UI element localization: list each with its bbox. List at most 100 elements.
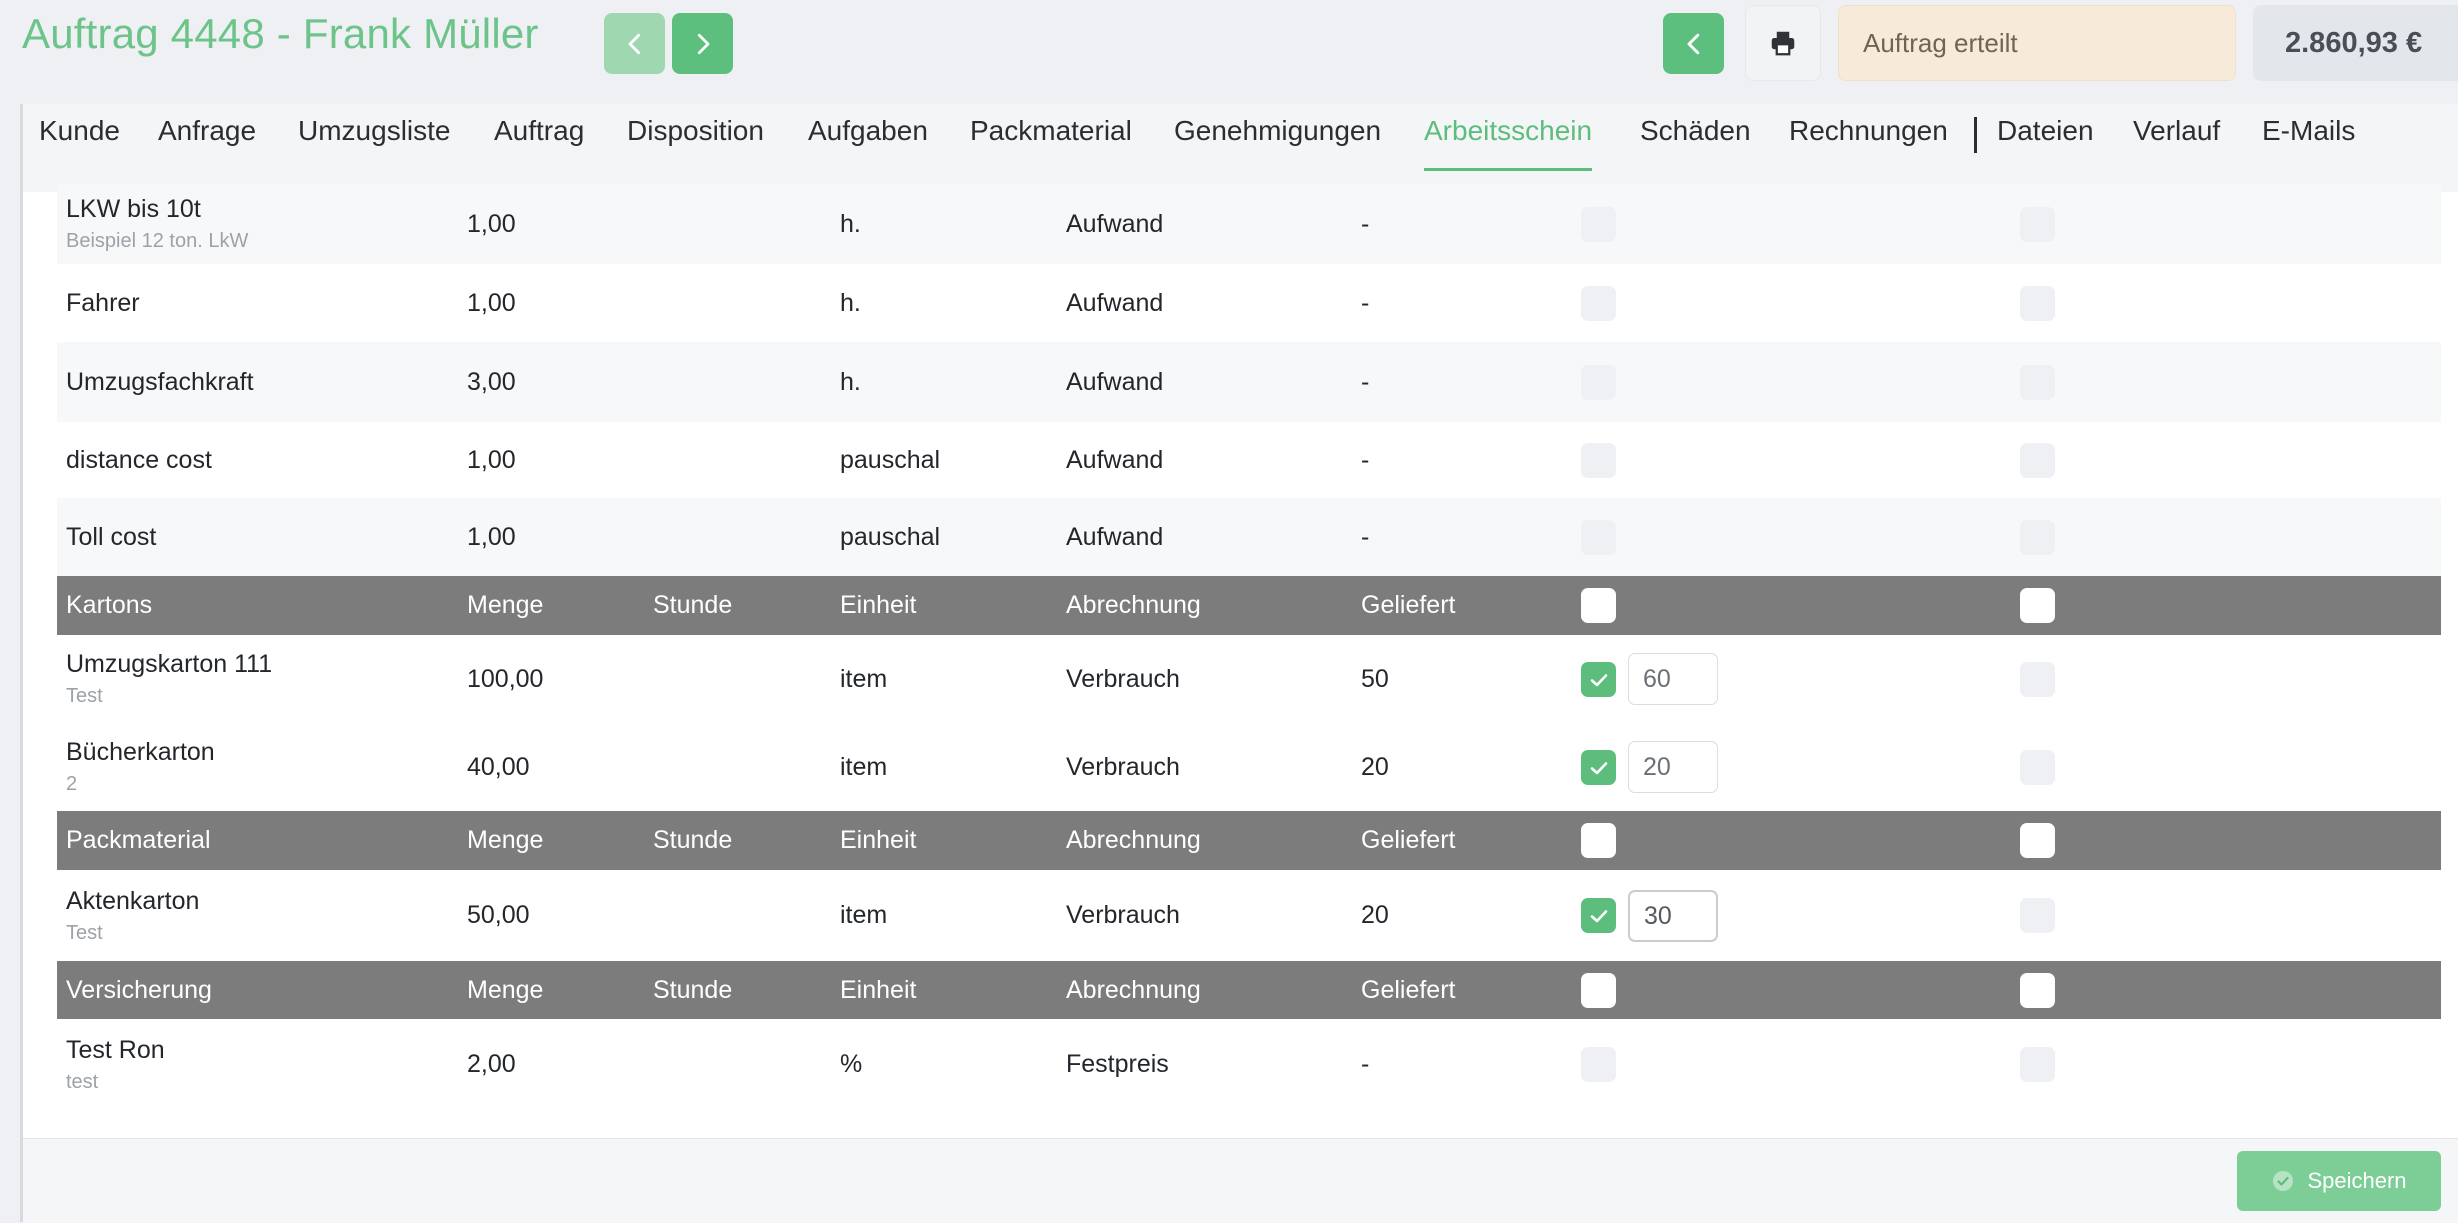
- geliefert-cell: -: [1361, 288, 1370, 317]
- check-circle-icon: [2273, 1171, 2294, 1191]
- tab-schäden[interactable]: Schäden: [1640, 115, 1751, 171]
- einheit-cell: item: [840, 901, 888, 929]
- tab-separator: [1974, 117, 1977, 153]
- returned-checkbox[interactable]: [2020, 1047, 2055, 1082]
- menge-cell: 1,00: [467, 209, 516, 238]
- name-cell: Aktenkarton Test: [66, 870, 199, 961]
- delivered-checkbox[interactable]: [1581, 286, 1616, 321]
- group-title: Versicherung: [66, 975, 212, 1004]
- item-name: Bücherkarton: [66, 738, 215, 766]
- returned-checkbox[interactable]: [2020, 207, 2055, 242]
- abrechnung-cell: Aufwand: [1066, 445, 1164, 474]
- table-row: Bücherkarton 2 40,00 item Verbrauch 20 20: [57, 723, 2441, 811]
- abrechnung-cell: Aufwand: [1066, 367, 1164, 396]
- delivered-checkbox[interactable]: [1581, 750, 1616, 785]
- back-button[interactable]: [1663, 13, 1724, 74]
- abrechnung-cell: Verbrauch: [1066, 901, 1180, 929]
- order-total: 2.860,93 €: [2253, 5, 2458, 81]
- group-title: Packmaterial: [66, 826, 211, 854]
- menge-cell: 40,00: [467, 752, 530, 781]
- item-name: LKW bis 10t: [66, 195, 201, 223]
- select-all-checkbox-2[interactable]: [2020, 823, 2055, 858]
- delivered-checkbox[interactable]: [1581, 207, 1616, 242]
- tab-auftrag[interactable]: Auftrag: [494, 115, 584, 171]
- table-row: Aktenkarton Test 50,00 item Verbrauch 20 30: [57, 870, 2441, 961]
- order-status[interactable]: Auftrag erteilt: [1838, 5, 2236, 81]
- name-cell: Bücherkarton 2: [66, 723, 215, 811]
- returned-checkbox[interactable]: [2020, 898, 2055, 933]
- chevron-left-icon: [1687, 33, 1699, 54]
- tab-e-mails[interactable]: E-Mails: [2262, 115, 2355, 171]
- column-header-geliefert: Geliefert: [1361, 826, 1456, 854]
- tab-anfrage[interactable]: Anfrage: [158, 115, 256, 171]
- tab-genehmigungen[interactable]: Genehmigungen: [1174, 115, 1381, 171]
- column-header-geliefert: Geliefert: [1361, 591, 1456, 619]
- item-name: Aktenkarton: [66, 886, 200, 915]
- einheit-cell: h.: [840, 288, 861, 317]
- print-button[interactable]: [1745, 5, 1821, 81]
- name-cell: Packmaterial: [66, 811, 211, 870]
- einheit-cell: h.: [840, 367, 861, 396]
- delivered-checkbox[interactable]: [1581, 365, 1616, 400]
- select-all-checkbox-2[interactable]: [2020, 973, 2055, 1008]
- geliefert-cell: -: [1361, 445, 1370, 474]
- table-row: Umzugsfachkraft 3,00 h. Aufwand -: [57, 342, 2441, 422]
- tab-aufgaben[interactable]: Aufgaben: [808, 115, 928, 171]
- name-cell: Test Ron test: [66, 1019, 165, 1110]
- tab-kunde[interactable]: Kunde: [39, 115, 120, 171]
- geliefert-cell: -: [1361, 367, 1370, 396]
- returned-checkbox[interactable]: [2020, 662, 2055, 697]
- group-header-row: Packmaterial Menge Stunde Einheit Abrechnung…: [57, 811, 2441, 870]
- abrechnung-cell: Verbrauch: [1066, 664, 1180, 693]
- name-cell: LKW bis 10t Beispiel 12 ton. LkW: [66, 184, 248, 264]
- column-header-einheit: Einheit: [840, 591, 917, 619]
- returned-checkbox[interactable]: [2020, 443, 2055, 478]
- table-row: Test Ron test 2,00% Festpreis -: [57, 1019, 2441, 1110]
- abrechnung-cell: Festpreis: [1066, 1050, 1169, 1078]
- next-order-button[interactable]: [672, 13, 733, 74]
- column-header-menge: Menge: [467, 591, 544, 619]
- tab-umzugsliste[interactable]: Umzugsliste: [298, 115, 450, 171]
- previous-order-button[interactable]: [604, 13, 665, 74]
- tab-arbeitsschein[interactable]: Arbeitsschein: [1424, 115, 1593, 171]
- einheit-cell: pauschal: [840, 445, 941, 474]
- name-cell: Kartons: [66, 576, 152, 635]
- returned-checkbox[interactable]: [2020, 520, 2055, 555]
- delivered-checkbox[interactable]: [1581, 898, 1616, 933]
- select-all-checkbox[interactable]: [1581, 973, 1616, 1008]
- returned-checkbox[interactable]: [2020, 750, 2055, 785]
- name-cell: distance cost: [66, 422, 212, 498]
- delivered-quantity-input[interactable]: 60: [1628, 653, 1718, 705]
- menge-cell: 100,00: [467, 664, 544, 693]
- returned-checkbox[interactable]: [2020, 286, 2055, 321]
- item-description: test: [66, 1070, 99, 1093]
- returned-checkbox[interactable]: [2020, 365, 2055, 400]
- abrechnung-cell: Aufwand: [1066, 288, 1164, 317]
- abrechnung-cell: Aufwand: [1066, 522, 1164, 551]
- delivered-quantity-input[interactable]: 30: [1628, 890, 1718, 942]
- item-name: Toll cost: [66, 522, 157, 551]
- tab-verlauf[interactable]: Verlauf: [2133, 115, 2220, 171]
- delivered-checkbox[interactable]: [1581, 443, 1616, 478]
- tab-dateien[interactable]: Dateien: [1997, 115, 2094, 171]
- tab-packmaterial[interactable]: Packmaterial: [970, 115, 1132, 171]
- column-header-menge: Menge: [467, 826, 544, 854]
- column-header-einheit: Einheit: [840, 826, 917, 854]
- item-description: Test: [66, 685, 103, 707]
- select-all-checkbox[interactable]: [1581, 823, 1616, 858]
- item-description: 2: [66, 773, 78, 795]
- select-all-checkbox-2[interactable]: [2020, 588, 2055, 623]
- delivered-checkbox[interactable]: [1581, 1047, 1616, 1082]
- select-all-checkbox[interactable]: [1581, 588, 1616, 623]
- check-icon: [1590, 761, 1607, 774]
- delivered-checkbox[interactable]: [1581, 662, 1616, 697]
- delivered-quantity-input[interactable]: 20: [1628, 741, 1718, 793]
- menge-cell: 50,00: [467, 901, 530, 929]
- menge-cell: 1,00: [467, 522, 516, 551]
- name-cell: Fahrer: [66, 264, 140, 342]
- delivered-checkbox[interactable]: [1581, 520, 1616, 555]
- abrechnung-cell: Verbrauch: [1066, 752, 1180, 781]
- tab-disposition[interactable]: Disposition: [627, 115, 764, 171]
- save-button[interactable]: Speichern: [2237, 1151, 2441, 1211]
- tab-rechnungen[interactable]: Rechnungen: [1789, 115, 1948, 171]
